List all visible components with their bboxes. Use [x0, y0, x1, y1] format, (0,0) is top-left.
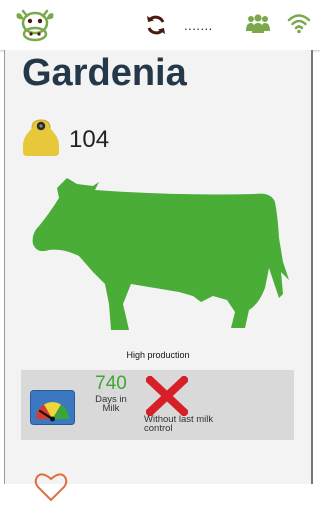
stats-panel: 740 Days in Milk Without last milk contr… [21, 370, 294, 440]
ear-tag-number: 104 [69, 126, 110, 153]
cow-face-logo-icon[interactable] [15, 8, 55, 42]
wifi-icon[interactable] [287, 12, 311, 34]
sync-icon[interactable] [144, 13, 168, 37]
app-header: ....... [0, 0, 320, 51]
red-x-icon [146, 376, 188, 416]
days-in-milk-value: 740 [95, 373, 127, 394]
cow-silhouette-icon [32, 178, 289, 330]
sync-status-text: ....... [184, 18, 213, 33]
ear-tag-icon [23, 119, 59, 156]
animal-card: Gardenia 104 High production 740 Days in… [4, 50, 313, 484]
herd-group-icon[interactable] [245, 13, 271, 35]
milk-control-label: Without last milk control [144, 414, 214, 434]
animal-name: Gardenia [22, 52, 187, 94]
heart-icon[interactable] [34, 472, 68, 502]
days-in-milk-label: Days in Milk [95, 394, 127, 414]
production-gauge-icon [30, 390, 75, 425]
production-label: High production [126, 350, 190, 360]
